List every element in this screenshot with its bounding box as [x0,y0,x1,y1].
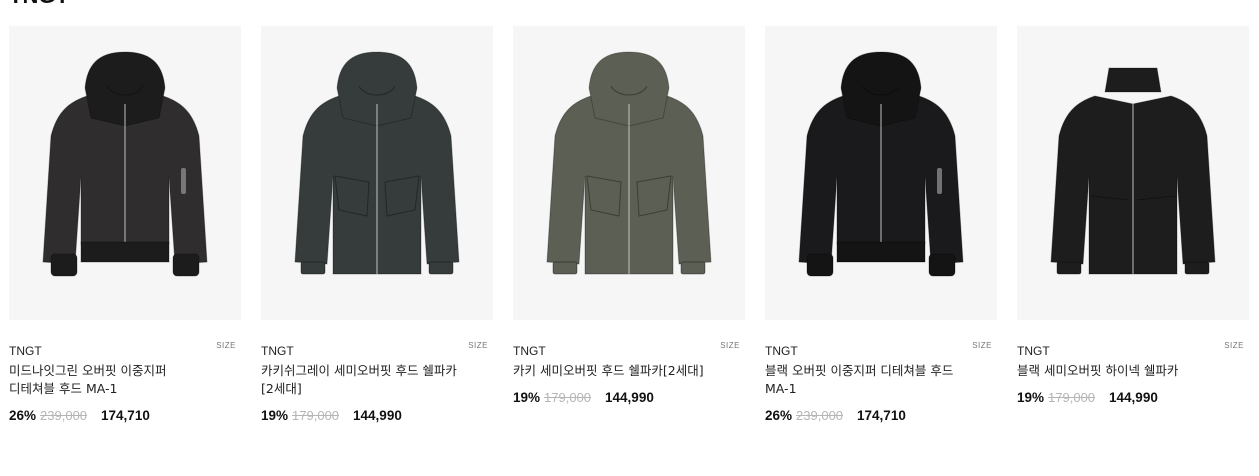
size-link[interactable]: SIZE [1224,341,1244,350]
original-price: 179,000 [544,390,592,405]
jacket-illustration [42,51,208,277]
product-image[interactable] [261,26,493,320]
product-image[interactable] [513,26,745,320]
section-title: TNGT [9,0,69,8]
product-image-area: SIZE [9,26,241,350]
product-card[interactable]: SIZE TNGT 카키쉬그레이 세미오버핏 후드 쉘파카[2세대] 19% 1… [261,26,493,423]
jacket-illustration [294,51,460,275]
original-price: 179,000 [292,408,340,423]
product-image-area: SIZE [513,26,745,350]
price-row: 26% 239,000 174,710 [9,408,241,423]
product-brand[interactable]: TNGT [1017,344,1249,359]
product-name[interactable]: 카키 세미오버핏 후드 쉘파카[2세대] [513,362,713,380]
sale-price: 174,710 [101,408,150,423]
product-brand[interactable]: TNGT [261,344,493,359]
product-image-area: SIZE [1017,26,1249,350]
product-card[interactable]: SIZE TNGT 미드나잇그린 오버핏 이중지퍼 디테쳐블 후드 MA-1 2… [9,26,241,423]
jacket-illustration [1050,67,1216,275]
price-row: 19% 179,000 144,990 [1017,390,1249,405]
product-grid: SIZE TNGT 미드나잇그린 오버핏 이중지퍼 디테쳐블 후드 MA-1 2… [9,26,1249,423]
discount-rate: 19% [1017,390,1045,405]
product-name[interactable]: 블랙 오버핏 이중지퍼 디테쳐블 후드 MA-1 [765,362,965,398]
size-link[interactable]: SIZE [972,341,992,350]
price-row: 19% 179,000 144,990 [261,408,493,423]
product-name[interactable]: 카키쉬그레이 세미오버핏 후드 쉘파카[2세대] [261,362,461,398]
size-link[interactable]: SIZE [468,341,488,350]
discount-rate: 19% [513,390,541,405]
price-row: 19% 179,000 144,990 [513,390,745,405]
sale-price: 174,710 [857,408,906,423]
size-link[interactable]: SIZE [216,341,236,350]
discount-rate: 26% [765,408,793,423]
product-listing-page: TNGT SIZE TNGT 미드나잇그린 오버핏 이중지퍼 디테쳐블 후드 M… [0,0,1259,476]
product-image[interactable] [1017,26,1249,320]
jacket-illustration [546,51,712,275]
product-brand[interactable]: TNGT [9,344,241,359]
original-price: 239,000 [40,408,88,423]
discount-rate: 26% [9,408,37,423]
product-card[interactable]: SIZE TNGT 블랙 오버핏 이중지퍼 디테쳐블 후드 MA-1 26% 2… [765,26,997,423]
product-card[interactable]: SIZE TNGT 카키 세미오버핏 후드 쉘파카[2세대] 19% 179,0… [513,26,745,423]
size-link[interactable]: SIZE [720,341,740,350]
product-brand[interactable]: TNGT [513,344,745,359]
product-image-area: SIZE [261,26,493,350]
sale-price: 144,990 [1109,390,1158,405]
product-name[interactable]: 미드나잇그린 오버핏 이중지퍼 디테쳐블 후드 MA-1 [9,362,209,398]
product-card[interactable]: SIZE TNGT 블랙 세미오버핏 하이넥 쉘파카 19% 179,000 1… [1017,26,1249,423]
sale-price: 144,990 [353,408,402,423]
price-row: 26% 239,000 174,710 [765,408,997,423]
product-image-area: SIZE [765,26,997,350]
discount-rate: 19% [261,408,289,423]
product-image[interactable] [765,26,997,320]
product-brand[interactable]: TNGT [765,344,997,359]
original-price: 239,000 [796,408,844,423]
product-name[interactable]: 블랙 세미오버핏 하이넥 쉘파카 [1017,362,1217,380]
sale-price: 144,990 [605,390,654,405]
original-price: 179,000 [1048,390,1096,405]
jacket-illustration [798,51,964,277]
product-image[interactable] [9,26,241,320]
